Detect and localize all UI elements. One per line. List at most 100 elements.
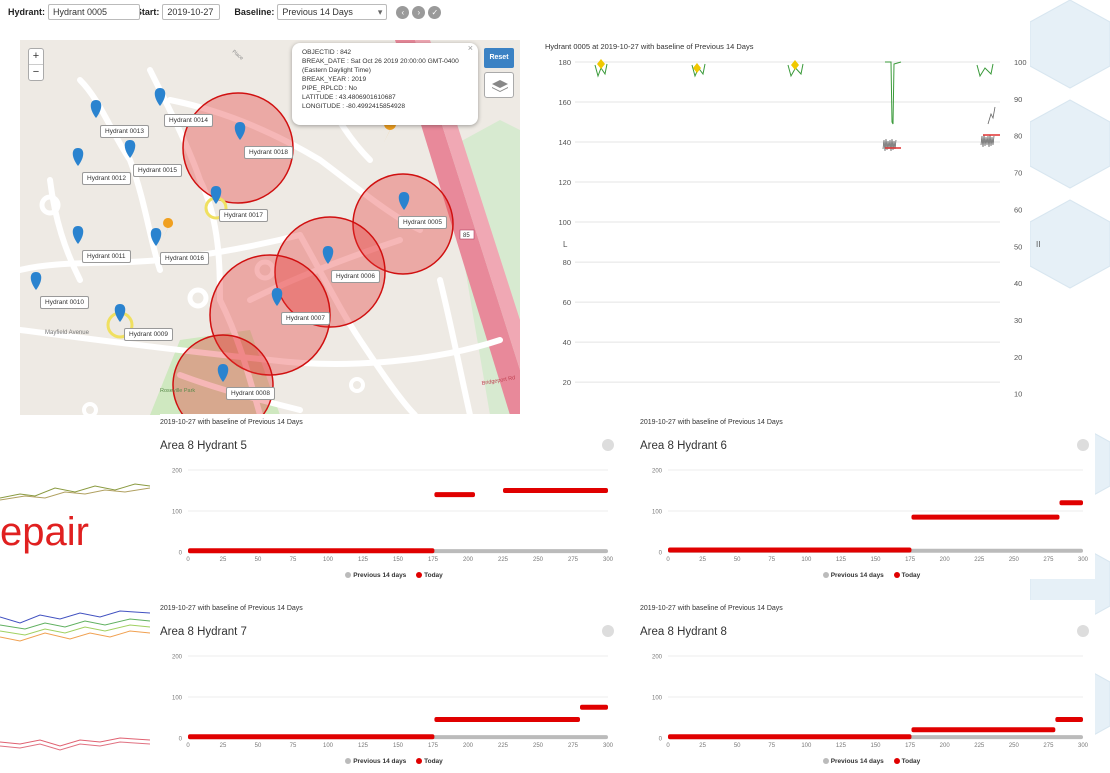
legend-baseline-label: Previous 14 days xyxy=(830,758,884,765)
x-tick-label: 100 xyxy=(801,743,812,749)
today-series-points xyxy=(911,727,1056,733)
legend-today-label: Today xyxy=(901,572,921,579)
hydrant-label[interactable]: Hydrant 0014 xyxy=(164,114,214,127)
x-tick-label: 275 xyxy=(1043,743,1054,749)
chevron-left-icon[interactable]: ‹ xyxy=(396,5,410,19)
layers-icon[interactable] xyxy=(484,72,514,98)
background-red-line-chart xyxy=(0,737,150,751)
menu-icon[interactable] xyxy=(1077,439,1089,451)
panel-title: Area 8 Hydrant 7 xyxy=(160,626,247,638)
hydrant-label[interactable]: Hydrant 0018 xyxy=(244,146,294,159)
today-series-points xyxy=(434,492,475,498)
x-tick-label: 100 xyxy=(801,557,812,563)
timeseries-chart: 180 160 140 120 100 80 60 40 20 100 90 80 70 60 50 40 30… xyxy=(558,58,1040,399)
chart-legend[interactable]: Previous 14 days Today xyxy=(160,758,620,765)
x-tick-label: 300 xyxy=(603,743,614,749)
left-tick-label: 140 xyxy=(558,138,571,147)
x-tick-label: 225 xyxy=(498,743,509,749)
y-tick-label: 200 xyxy=(172,655,183,661)
break-info-popup: × OBJECTID : 842 BREAK_DATE : Sat Oct 26… xyxy=(292,43,478,125)
hydrant-label[interactable]: Hydrant 0012 xyxy=(82,172,132,185)
x-tick-label: 0 xyxy=(666,557,670,563)
series-line xyxy=(882,138,897,152)
x-tick-label: 50 xyxy=(255,743,262,749)
zoom-control: + − xyxy=(28,48,44,81)
x-tick-label: 50 xyxy=(734,743,741,749)
panel-chart: 200 100 00 25 50 75 100 125 150 175 200 225 250 275 30… xyxy=(172,469,614,564)
x-tick-label: 200 xyxy=(463,743,474,749)
left-tick-label: 60 xyxy=(563,298,571,307)
baseline-label: Baseline: xyxy=(234,7,275,17)
road-badge: 85 xyxy=(463,233,470,239)
baseline-select[interactable]: Previous 14 Days ▾ xyxy=(277,4,388,20)
legend-dot-baseline xyxy=(345,758,352,764)
zoom-out-button[interactable]: − xyxy=(29,65,43,80)
panel-title: Area 8 Hydrant 5 xyxy=(160,440,247,452)
legend-dot-today xyxy=(416,572,423,578)
chart-legend[interactable]: Previous 14 days Today xyxy=(640,572,1095,579)
hydrant-label[interactable]: Hydrant 0017 xyxy=(219,209,269,222)
series-line xyxy=(987,106,996,125)
hydrant-label[interactable]: Hydrant 0016 xyxy=(160,252,210,265)
x-tick-label: 25 xyxy=(220,557,227,563)
x-tick-label: 175 xyxy=(905,743,916,749)
hydrant-label[interactable]: Hydrant 0015 xyxy=(133,164,183,177)
legend-dot-today xyxy=(893,758,900,764)
filter-toolbar: Hydrant: Hydrant 0005 × ▾ Start: 2019-10… xyxy=(0,0,560,24)
break-marker-icon[interactable] xyxy=(163,218,174,238)
hydrant-label[interactable]: Hydrant 0007 xyxy=(281,312,331,325)
menu-icon[interactable] xyxy=(1077,625,1089,637)
x-tick-label: 150 xyxy=(870,743,881,749)
x-tick-label: 300 xyxy=(603,557,614,563)
panel-caption: 2019-10-27 with baseline of Previous 14 … xyxy=(160,419,303,426)
hydrant-panel: 2019-10-27 with baseline of Previous 14 … xyxy=(640,414,1095,579)
x-tick-label: 200 xyxy=(940,743,951,749)
today-series-points xyxy=(668,734,912,740)
hydrant-label[interactable]: Hydrant 0005 xyxy=(398,216,448,229)
hydrant-label[interactable]: Hydrant 0011 xyxy=(82,250,131,263)
left-tick-label: 100 xyxy=(558,218,571,227)
legend-today-label: Today xyxy=(424,758,443,765)
hydrant-label[interactable]: Hydrant 0009 xyxy=(124,328,174,341)
today-series-points xyxy=(580,704,608,710)
y-tick-label: 100 xyxy=(172,696,183,702)
hydrant-label[interactable]: Hydrant 0008 xyxy=(226,387,276,400)
x-tick-label: 25 xyxy=(699,743,706,749)
panel-title: Area 8 Hydrant 8 xyxy=(640,626,727,638)
hydrant-label[interactable]: Hydrant 0010 xyxy=(40,296,90,309)
menu-icon[interactable] xyxy=(602,439,614,451)
x-tick-label: 200 xyxy=(463,557,474,563)
y-tick-label: 200 xyxy=(652,655,663,661)
x-tick-label: 250 xyxy=(533,557,544,563)
hydrant-panel: 2019-10-27 with baseline of Previous 14 … xyxy=(160,414,620,579)
x-tick-label: 275 xyxy=(1043,557,1054,563)
hydrant-map[interactable]: Place Mayfield Avenue Roseville Park Bri… xyxy=(20,40,520,415)
today-series-points xyxy=(668,547,912,553)
y-tick-label: 100 xyxy=(652,696,663,702)
y-tick-label: 200 xyxy=(652,469,663,475)
x-tick-label: 125 xyxy=(358,557,369,563)
timeseries-title: Hydrant 0005 at 2019-10-27 with baseline… xyxy=(545,42,754,51)
popup-line: LONGITUDE : -80.4992415854928 xyxy=(302,103,405,110)
hydrant-label[interactable]: Hydrant 0013 xyxy=(100,125,150,138)
start-date-input[interactable]: 2019-10-27 xyxy=(162,4,221,20)
chart-legend[interactable]: Previous 14 days Today xyxy=(640,758,1095,765)
left-tick-label: 180 xyxy=(558,58,571,67)
legend-dot-today xyxy=(893,572,900,578)
check-icon[interactable]: ✓ xyxy=(428,5,442,19)
zoom-in-button[interactable]: + xyxy=(29,49,43,65)
y-tick-label: 0 xyxy=(659,737,663,743)
x-tick-label: 75 xyxy=(290,557,297,563)
x-tick-label: 25 xyxy=(699,557,706,563)
left-tick-label: 80 xyxy=(563,258,571,267)
series-line xyxy=(885,61,902,125)
chevron-right-icon[interactable]: › xyxy=(412,5,426,19)
x-tick-label: 175 xyxy=(428,743,439,749)
hydrant-label[interactable]: Hydrant 0006 xyxy=(331,270,381,283)
close-icon[interactable]: × xyxy=(468,44,473,53)
reset-button[interactable]: Reset xyxy=(484,48,514,68)
hydrant-select[interactable]: Hydrant 0005 xyxy=(48,4,141,20)
chart-legend[interactable]: Previous 14 days Today xyxy=(160,572,620,579)
panel-chart: 200 100 00 25 50 75 100 125 150 175 200 225 250 275 30… xyxy=(172,655,614,750)
menu-icon[interactable] xyxy=(602,625,614,637)
